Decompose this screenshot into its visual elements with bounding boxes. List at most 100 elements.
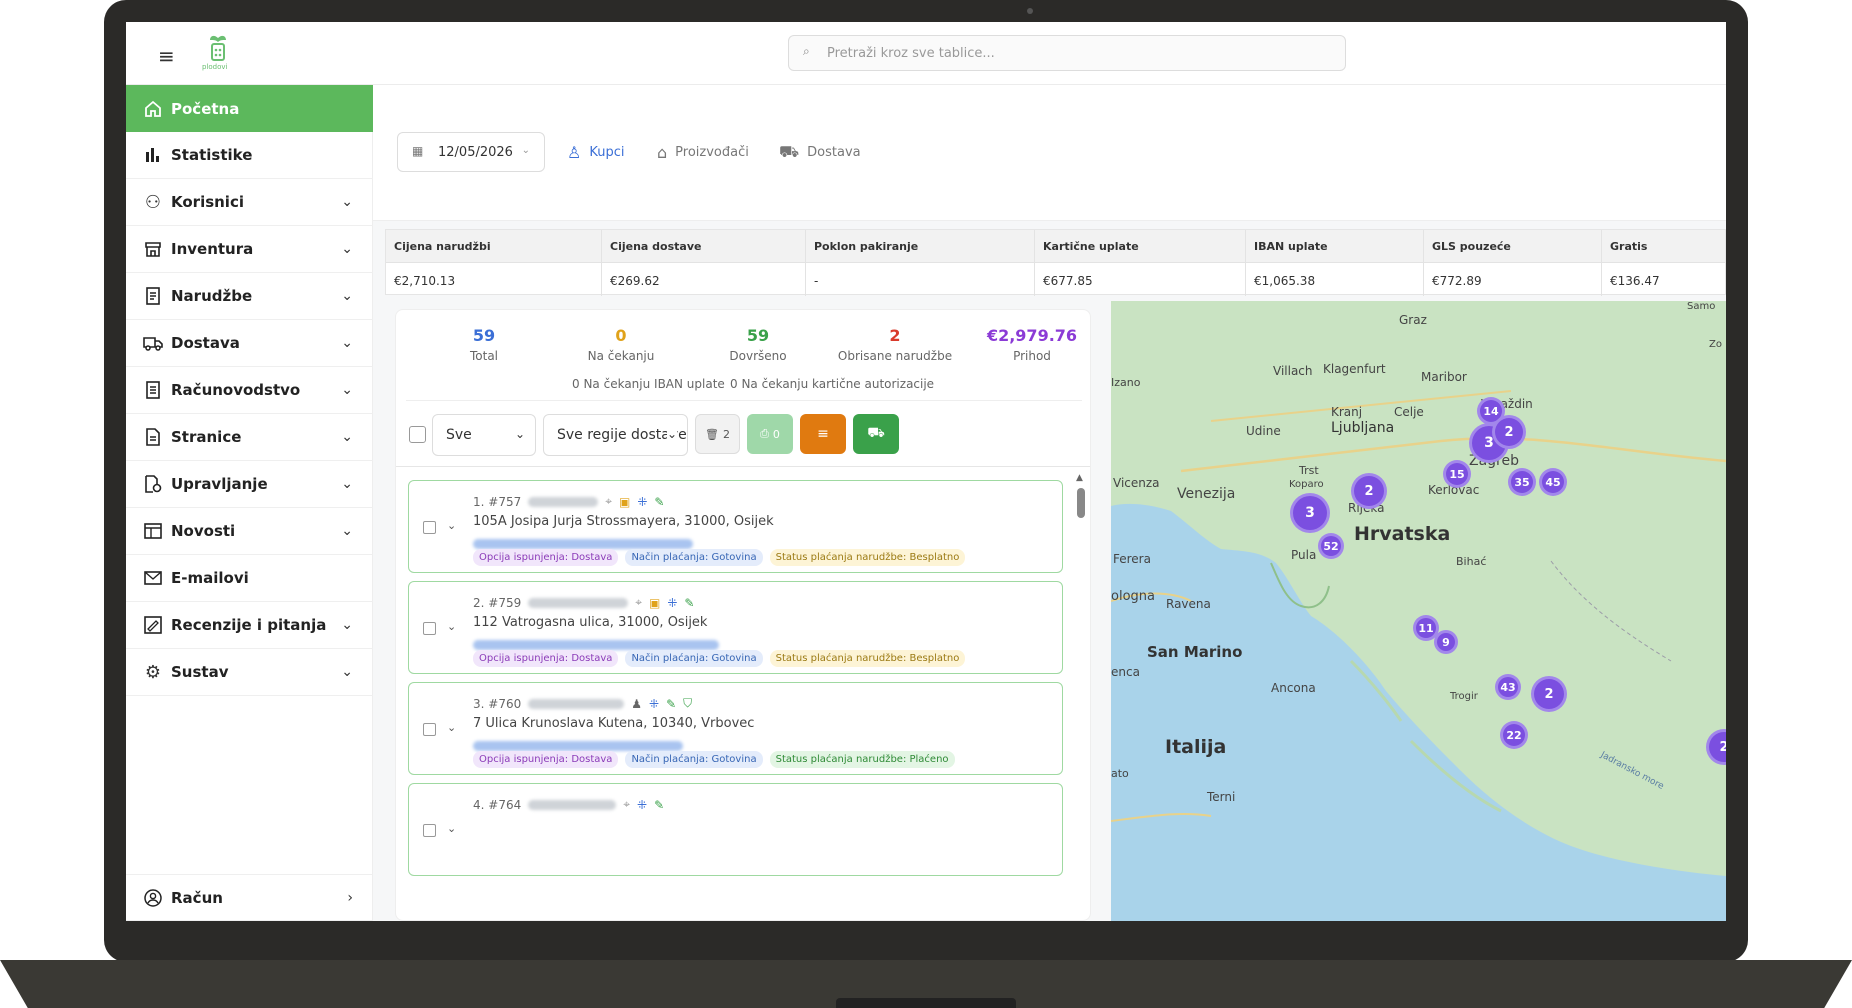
main-content: ▦ 12/05/2026 ⌄ ♙ Kupci ⌂ Proizvođači ⛟ D… [373,85,1726,921]
sidebar-item-stranice[interactable]: Stranice ⌄ [126,414,373,461]
sidebar-item-emailovi[interactable]: E-mailovi [126,555,373,602]
sidebar-item-recenzije[interactable]: Recenzije i pitanja ⌄ [126,602,373,649]
order-checkbox[interactable] [423,521,436,534]
menu-collapse-icon[interactable]: ≡ [158,44,175,68]
stat-total: 59 Total [414,326,554,363]
gear-icon: ⚙ [144,661,162,683]
edit-list-button[interactable]: ≡ [800,414,846,454]
qr-icon[interactable]: ⁜ [637,798,647,812]
map-cluster-marker[interactable]: 45 [1539,468,1567,496]
chevron-down-icon[interactable]: ⌄ [447,721,456,734]
tab-dostava[interactable]: ⛟ Dostava [779,142,861,162]
stat-label: Dovršeno [729,349,787,363]
map-label-izano: Izano [1111,376,1141,389]
summary-value: €136.47 [1610,274,1660,288]
sidebar-item-korisnici[interactable]: ⚇ Korisnici ⌄ [126,179,373,226]
pencil-icon[interactable]: ✎ [666,697,676,711]
map-label-ferera: Ferera [1113,552,1151,566]
qr-icon[interactable]: ⁜ [667,596,677,610]
map-cluster-marker[interactable]: 15 [1443,460,1471,488]
location-pin-icon[interactable]: ⌖ [635,595,642,610]
scrollbar[interactable]: ▲ [1076,473,1086,913]
sidebar-item-racun[interactable]: Račun › [126,874,373,921]
delete-button[interactable]: 🗑 2 [695,414,740,454]
sidebar-item-inventura[interactable]: Inventura ⌄ [126,226,373,273]
scroll-up-arrow-icon[interactable]: ▲ [1076,473,1083,483]
pencil-icon[interactable]: ✎ [684,596,694,610]
tab-proizvodaci[interactable]: ⌂ Proizvođači [657,142,749,162]
bar-chart-icon [142,144,164,166]
sidebar-item-sustav[interactable]: ⚙ Sustav ⌄ [126,649,373,696]
order-checkbox[interactable] [423,723,436,736]
divider [406,400,1082,401]
summary-table: Cijena narudžbi €2,710.13 Cijena dostave €… [385,229,1726,296]
map-cluster-marker[interactable]: 22 [1500,721,1528,749]
summary-col: IBAN uplate €1,065.38 [1246,230,1424,296]
sidebar-item-statistike[interactable]: Statistike [126,132,373,179]
summary-header: Gratis [1610,240,1648,253]
user-icon: ♙ [567,142,582,162]
map-cluster-marker[interactable]: 52 [1318,533,1344,559]
summary-header: Cijena dostave [610,240,702,253]
date-picker[interactable]: ▦ 12/05/2026 ⌄ [397,132,545,172]
location-pin-icon[interactable]: ⌖ [605,494,612,509]
map-label-italija: Italija [1165,736,1227,758]
pending-iban: 0 Na čekanju IBAN uplate [572,377,725,391]
summary-value: - [814,274,819,288]
order-title-row: 4. #764 ⌖ ⁜ ✎ [473,797,664,812]
sidebar-item-dostava[interactable]: Dostava ⌄ [126,320,373,367]
divider [396,466,1090,467]
map-cluster-marker[interactable]: 2 [1531,676,1567,712]
select-all-checkbox[interactable] [409,426,426,443]
tab-kupci[interactable]: ♙ Kupci [567,142,624,162]
qr-icon[interactable]: ⁜ [649,697,659,711]
settings-document-icon [142,473,164,495]
map-cluster-marker[interactable]: 43 [1495,674,1521,700]
order-card[interactable]: ⌄ 4. #764 ⌖ ⁜ ✎ [408,783,1063,876]
map-cluster-marker[interactable]: 35 [1508,468,1536,496]
chevron-down-icon: ⌄ [341,617,353,633]
sidebar-item-upravljanje[interactable]: Upravljanje ⌄ [126,461,373,508]
order-checkbox[interactable] [423,622,436,635]
print-button[interactable]: ⎙ 0 [747,414,793,454]
calendar-icon: ▦ [412,144,424,158]
gift-icon: ▣ [649,595,661,610]
sidebar-item-novosti[interactable]: Novosti ⌄ [126,508,373,555]
shield-icon: ⛉ [683,696,693,710]
stat-completed: 59 Dovršeno [688,326,828,363]
sidebar-item-label: Korisnici [171,193,244,211]
location-pin-icon[interactable]: ⌖ [623,797,630,812]
order-card[interactable]: ⌄ 2. #759 ⌖ ▣ ⁜ ✎ 112 Vatrogasna ulica, … [408,581,1063,674]
orders-map[interactable]: Graz Maribor Klagenfurt Villach Ljubljan… [1111,301,1726,921]
region-select[interactable]: Sve regije dostave ⌄ [543,414,688,456]
map-cluster-marker[interactable]: 9 [1434,630,1458,654]
sidebar-item-pocetna[interactable]: Početna [126,85,373,132]
map-cluster-marker[interactable]: 3 [1290,493,1330,533]
sidebar-item-narudzbe[interactable]: Narudžbe ⌄ [126,273,373,320]
order-card[interactable]: ⌄ 3. #760 ♟ ⁜ ✎ ⛉ 7 Ulica Krunoslava Kut… [408,682,1063,775]
chevron-down-icon: ⌄ [341,382,353,398]
map-cluster-marker[interactable]: 2 [1351,473,1387,509]
status-select[interactable]: Sve ⌄ [432,414,536,456]
sidebar-item-label: Stranice [171,428,242,446]
payment-method-badge: Način plaćanja: Gotovina [625,650,763,667]
order-checkbox[interactable] [423,824,436,837]
global-search-input[interactable]: ⌕ Pretraži kroz sve tablice... [788,35,1346,71]
document-icon [142,426,164,448]
pencil-icon[interactable]: ✎ [654,798,664,812]
summary-header: GLS pouzeće [1432,240,1511,253]
scroll-thumb[interactable] [1077,488,1085,518]
sidebar-item-racunovodstvo[interactable]: Računovodstvo ⌄ [126,367,373,414]
chevron-down-icon[interactable]: ⌄ [447,822,456,835]
chevron-down-icon[interactable]: ⌄ [447,519,456,532]
map-cluster-marker[interactable]: 2 [1492,415,1526,449]
sidebar-item-label: Upravljanje [171,475,268,493]
shipping-button[interactable]: ⛟ [853,414,899,454]
pencil-icon[interactable]: ✎ [654,495,664,509]
chevron-down-icon: ⌄ [514,427,525,441]
chevron-down-icon: ⌄ [341,523,353,539]
chevron-down-icon[interactable]: ⌄ [447,620,456,633]
order-card[interactable]: ⌄ 1. #757 ⌖ ▣ ⁜ ✎ 105A Josipa Jurja Stro… [408,480,1063,573]
qr-icon[interactable]: ⁜ [637,495,647,509]
payment-status-badge: Status plaćanja narudžbe: Plaćeno [769,751,955,768]
